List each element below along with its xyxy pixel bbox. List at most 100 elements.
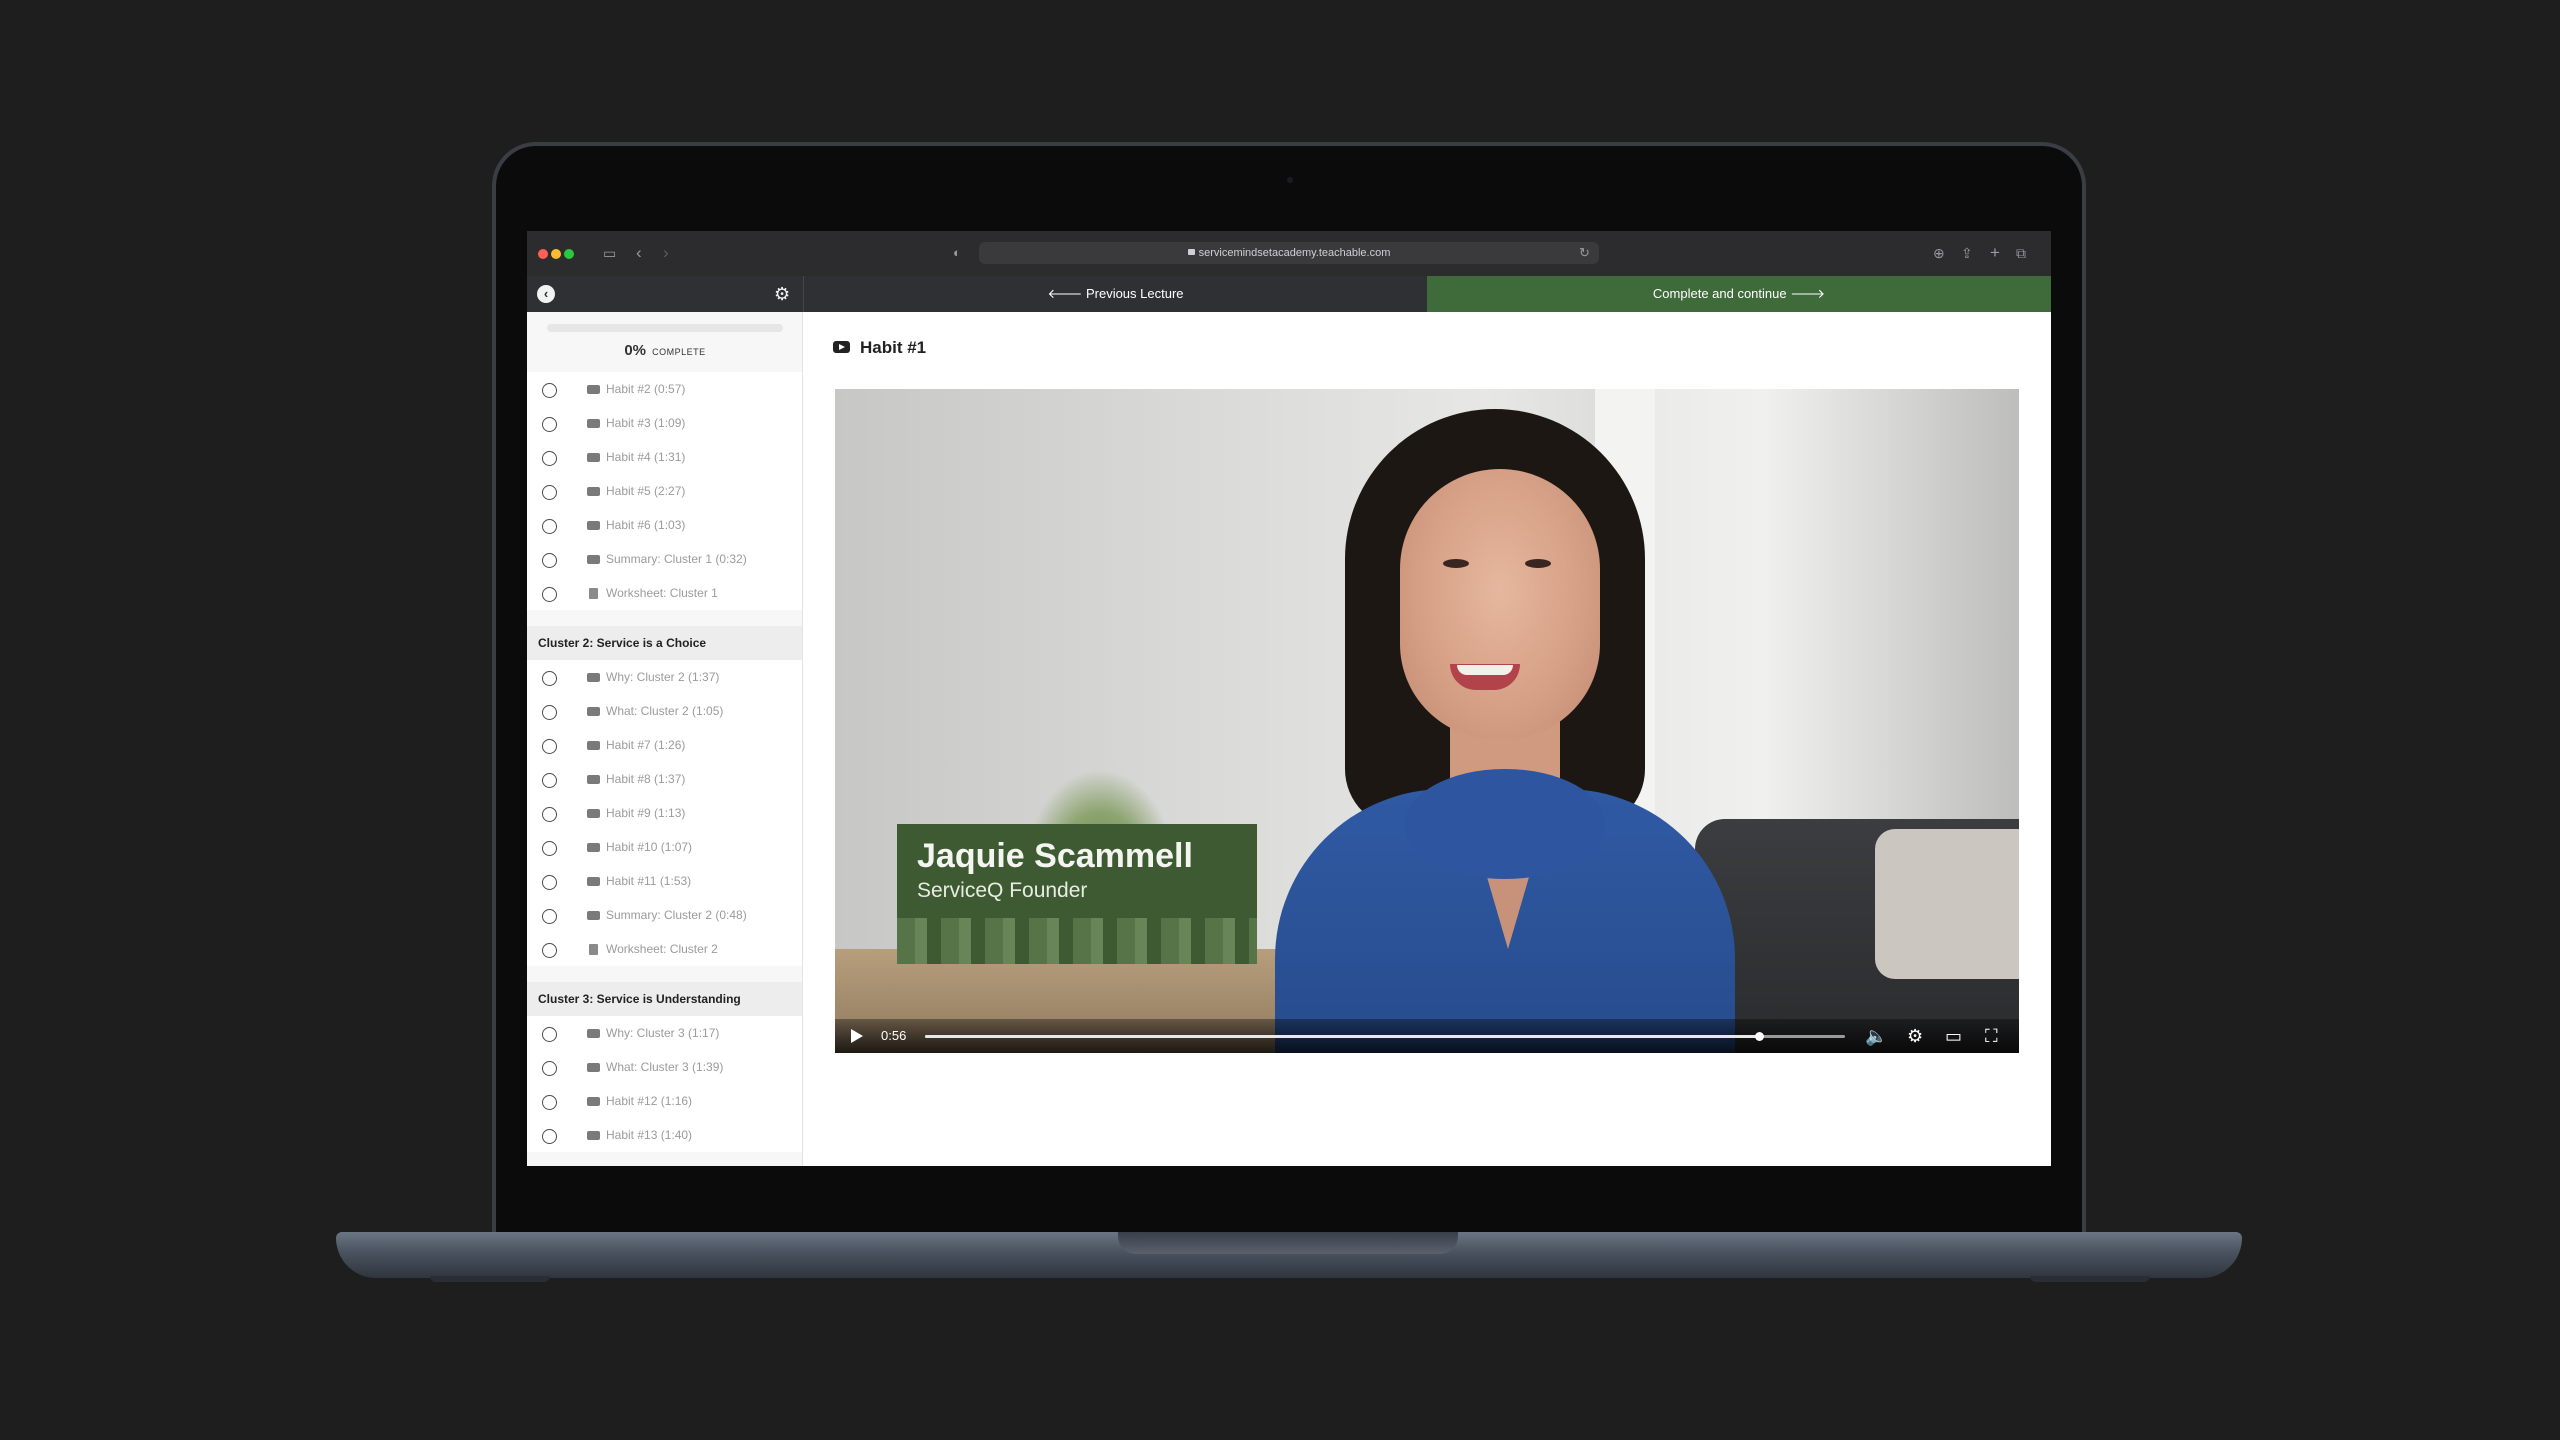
lecture-item[interactable]: Habit #10 (1:07)	[527, 830, 802, 864]
lecture-item-label: Habit #9 (1:13)	[606, 806, 686, 820]
reload-icon[interactable]: ↻	[1579, 242, 1590, 264]
completion-circle-icon[interactable]	[542, 1129, 557, 1144]
completion-circle-icon[interactable]	[542, 1061, 557, 1076]
course-topbar: ‹ ⚙ 🡐 Previous Lecture Complete and cont…	[527, 276, 2051, 312]
airplay-icon[interactable]: ▭	[1945, 1025, 1962, 1047]
volume-icon[interactable]: 🔈	[1865, 1025, 1887, 1047]
video-icon	[587, 673, 600, 682]
lecture-heading: Habit #1	[833, 338, 926, 358]
address-bar[interactable]: servicemindsetacademy.teachable.com	[979, 242, 1599, 264]
completion-circle-icon[interactable]	[542, 705, 557, 720]
lecture-item[interactable]: Habit #2 (0:57)	[527, 372, 802, 406]
back-arrow-icon[interactable]: ‹	[636, 242, 642, 264]
completion-circle-icon[interactable]	[542, 553, 557, 568]
laptop-notch	[1118, 1232, 1458, 1254]
course-progress: 0% COMPLETE	[527, 312, 802, 372]
lecture-item-label: Habit #3 (1:09)	[606, 416, 686, 430]
progress-label: 0% COMPLETE	[624, 342, 706, 359]
tab-overview-icon[interactable]: ⧉	[2016, 242, 2026, 264]
laptop-foot-left	[430, 1276, 550, 1282]
zoom-window-button[interactable]	[564, 249, 574, 259]
completion-circle-icon[interactable]	[542, 807, 557, 822]
play-icon[interactable]	[851, 1029, 863, 1043]
lecture-item[interactable]: What: Cluster 2 (1:05)	[527, 694, 802, 728]
lecture-item[interactable]: Habit #3 (1:09)	[527, 406, 802, 440]
completion-circle-icon[interactable]	[542, 909, 557, 924]
lecture-item[interactable]: Habit #11 (1:53)	[527, 864, 802, 898]
lecture-item[interactable]: Habit #5 (2:27)	[527, 474, 802, 508]
new-tab-icon[interactable]: +	[1990, 242, 2000, 264]
video-icon	[587, 419, 600, 428]
lecture-item[interactable]: Summary: Cluster 2 (0:48)	[527, 898, 802, 932]
completion-circle-icon[interactable]	[542, 671, 557, 686]
lecture-item[interactable]: Why: Cluster 3 (1:17)	[527, 1016, 802, 1050]
share-icon[interactable]: ⇪	[1961, 242, 1973, 264]
lecture-item[interactable]: Summary: Cluster 1 (0:32)	[527, 542, 802, 576]
previous-lecture-button[interactable]: 🡐 Previous Lecture	[803, 276, 1427, 312]
lecture-content: Habit #1 Jaquie Scammell ServiceQ Founde…	[803, 312, 2051, 1166]
close-window-button[interactable]	[538, 249, 548, 259]
completion-circle-icon[interactable]	[542, 383, 557, 398]
lecture-item-label: Habit #8 (1:37)	[606, 772, 686, 786]
seek-bar[interactable]	[925, 1032, 1845, 1041]
section-title: Cluster 3: Service is Understanding	[527, 982, 802, 1016]
lecture-item[interactable]: Habit #8 (1:37)	[527, 762, 802, 796]
lecture-item[interactable]: Habit #7 (1:26)	[527, 728, 802, 762]
privacy-shield-icon[interactable]: ◐	[953, 242, 961, 264]
decorative-pattern	[897, 918, 1257, 964]
sidebar-toggle-icon[interactable]: ▭	[603, 242, 616, 264]
lecture-item-label: Habit #10 (1:07)	[606, 840, 693, 854]
completion-circle-icon[interactable]	[542, 739, 557, 754]
completion-circle-icon[interactable]	[542, 943, 557, 958]
lecture-item[interactable]: Habit #9 (1:13)	[527, 796, 802, 830]
completion-circle-icon[interactable]	[542, 1095, 557, 1110]
video-icon	[587, 741, 600, 750]
presenter-name: Jaquie Scammell	[917, 837, 1193, 875]
completion-circle-icon[interactable]	[542, 485, 557, 500]
lecture-item[interactable]: Worksheet: Cluster 2	[527, 932, 802, 966]
section-gap	[527, 610, 802, 626]
lecture-item[interactable]: What: Cluster 3 (1:39)	[527, 1050, 802, 1084]
lecture-item-label: Worksheet: Cluster 1	[606, 586, 718, 600]
video-icon	[587, 1063, 600, 1072]
completion-circle-icon[interactable]	[542, 451, 557, 466]
lecture-item[interactable]: Habit #4 (1:31)	[527, 440, 802, 474]
lecture-title: Habit #1	[860, 338, 927, 357]
completion-circle-icon[interactable]	[542, 587, 557, 602]
settings-icon[interactable]: ⚙	[1907, 1025, 1923, 1047]
lecture-item[interactable]: Habit #6 (1:03)	[527, 508, 802, 542]
video-icon	[587, 809, 600, 818]
fullscreen-icon[interactable]: ⛶	[1985, 1025, 1998, 1047]
camera	[1287, 177, 1293, 183]
completion-circle-icon[interactable]	[542, 1027, 557, 1042]
lecture-item-label: What: Cluster 2 (1:05)	[606, 704, 724, 718]
settings-gear-icon[interactable]: ⚙	[774, 284, 790, 304]
lecture-item[interactable]: Worksheet: Cluster 1	[527, 576, 802, 610]
completion-circle-icon[interactable]	[542, 519, 557, 534]
back-to-course-icon[interactable]: ‹	[537, 285, 555, 303]
video-player[interactable]: Jaquie Scammell ServiceQ Founder 0:56 🔈 …	[835, 389, 2019, 1053]
completion-circle-icon[interactable]	[542, 875, 557, 890]
lecture-item[interactable]: Why: Cluster 2 (1:37)	[527, 660, 802, 694]
progress-bar	[547, 324, 783, 332]
lecture-item[interactable]: Habit #13 (1:40)	[527, 1118, 802, 1152]
seek-handle[interactable]	[1755, 1032, 1765, 1041]
video-icon	[587, 487, 600, 496]
lecture-item[interactable]: Habit #12 (1:16)	[527, 1084, 802, 1118]
lecture-list: Habit #1 (1:01)Habit #2 (0:57)Habit #3 (…	[527, 352, 802, 1152]
lower-third-caption: Jaquie Scammell ServiceQ Founder	[897, 824, 1257, 964]
lecture-item-label: Habit #4 (1:31)	[606, 450, 686, 464]
document-icon	[589, 588, 598, 599]
lecture-item-label: What: Cluster 3 (1:39)	[606, 1060, 724, 1074]
completion-circle-icon[interactable]	[542, 841, 557, 856]
downloads-icon[interactable]: ⊕	[1933, 242, 1945, 264]
completion-circle-icon[interactable]	[542, 417, 557, 432]
completion-circle-icon[interactable]	[542, 773, 557, 788]
lecture-item-label: Summary: Cluster 2 (0:48)	[606, 908, 747, 922]
complete-and-continue-button[interactable]: Complete and continue 🡒	[1427, 276, 2051, 312]
current-time: 0:56	[881, 1028, 907, 1043]
minimize-window-button[interactable]	[551, 249, 561, 259]
lecture-item-label: Habit #6 (1:03)	[606, 518, 686, 532]
video-controls: 0:56 🔈 ⚙ ▭ ⛶	[835, 1019, 2019, 1053]
forward-arrow-icon[interactable]: ›	[663, 242, 669, 264]
